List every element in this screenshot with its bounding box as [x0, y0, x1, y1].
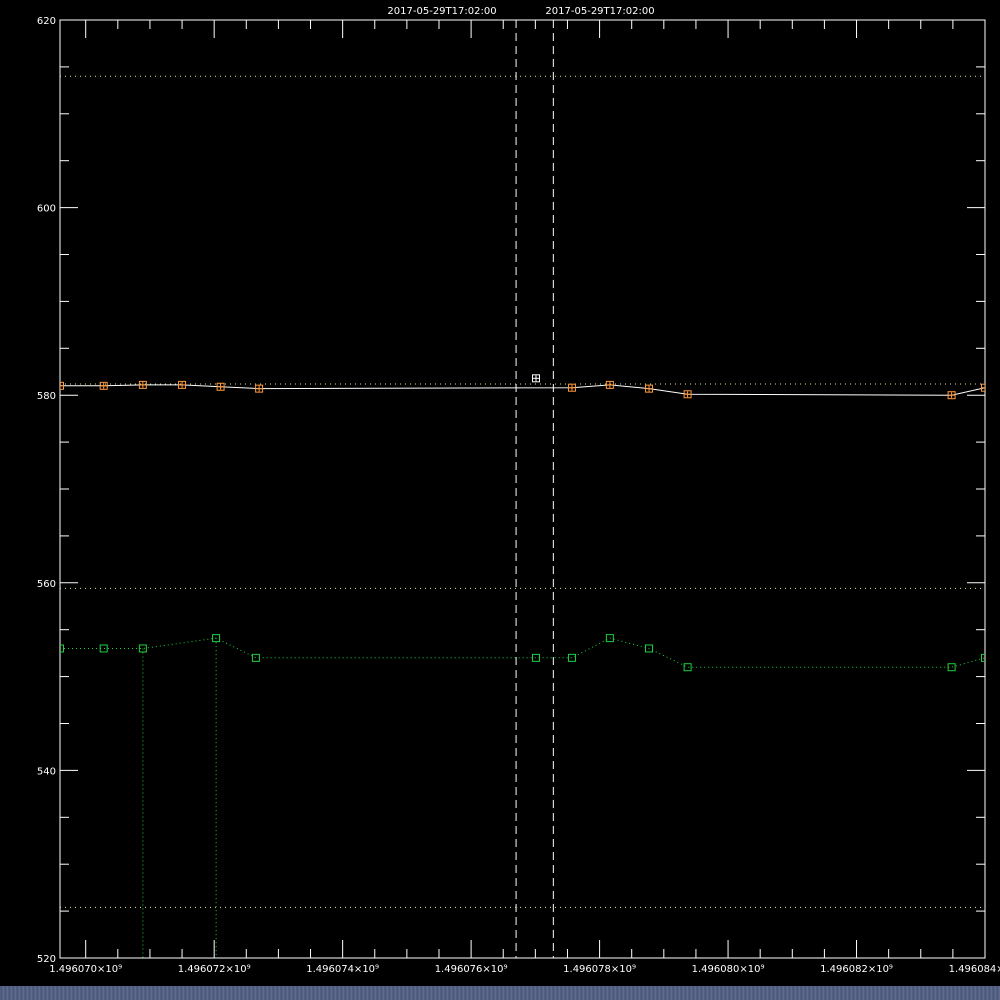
y-tick-label: 620: [37, 16, 56, 27]
series-line-1: [60, 637, 985, 668]
x-tick-label: 1.496080×10⁹: [692, 964, 765, 975]
series-line-0: [60, 384, 985, 396]
x-tick-label: 1.496078×10⁹: [563, 964, 636, 975]
y-tick-label: 600: [37, 204, 56, 215]
series-marker-1: [251, 653, 260, 662]
series-marker-1: [531, 653, 540, 662]
y-tick-label: 560: [37, 579, 56, 590]
plot-content: [60, 20, 985, 958]
bottom-color-strip: [0, 986, 1000, 1000]
series-marker-1: [99, 644, 108, 653]
x-tick-label: 1.496072×10⁹: [178, 964, 251, 975]
series-marker-1: [567, 653, 576, 662]
x-tick-label: 1.496076×10⁹: [435, 964, 508, 975]
series-marker-1: [683, 663, 692, 672]
time-series-plot: 2017-05-29T17:02:00 2017-05-29T17:02:00 …: [37, 6, 1000, 975]
x-tick-label: 1.496074×10⁹: [306, 964, 379, 975]
x-tick-label: 1.496084×10⁹: [949, 964, 1000, 975]
y-tick-label: 580: [37, 391, 56, 402]
time-label-left: 2017-05-29T17:02:00: [387, 6, 496, 17]
plot-frame: [59, 19, 986, 959]
plot-area: 5205405605806006201.496070×10⁹ 1.496072×1…: [37, 16, 1000, 975]
x-tick-label: 1.496070×10⁹: [49, 964, 122, 975]
y-tick-label: 540: [37, 766, 56, 777]
x-tick-label: 1.496082×10⁹: [820, 964, 893, 975]
time-label-right: 2017-05-29T17:02:00: [545, 6, 654, 17]
